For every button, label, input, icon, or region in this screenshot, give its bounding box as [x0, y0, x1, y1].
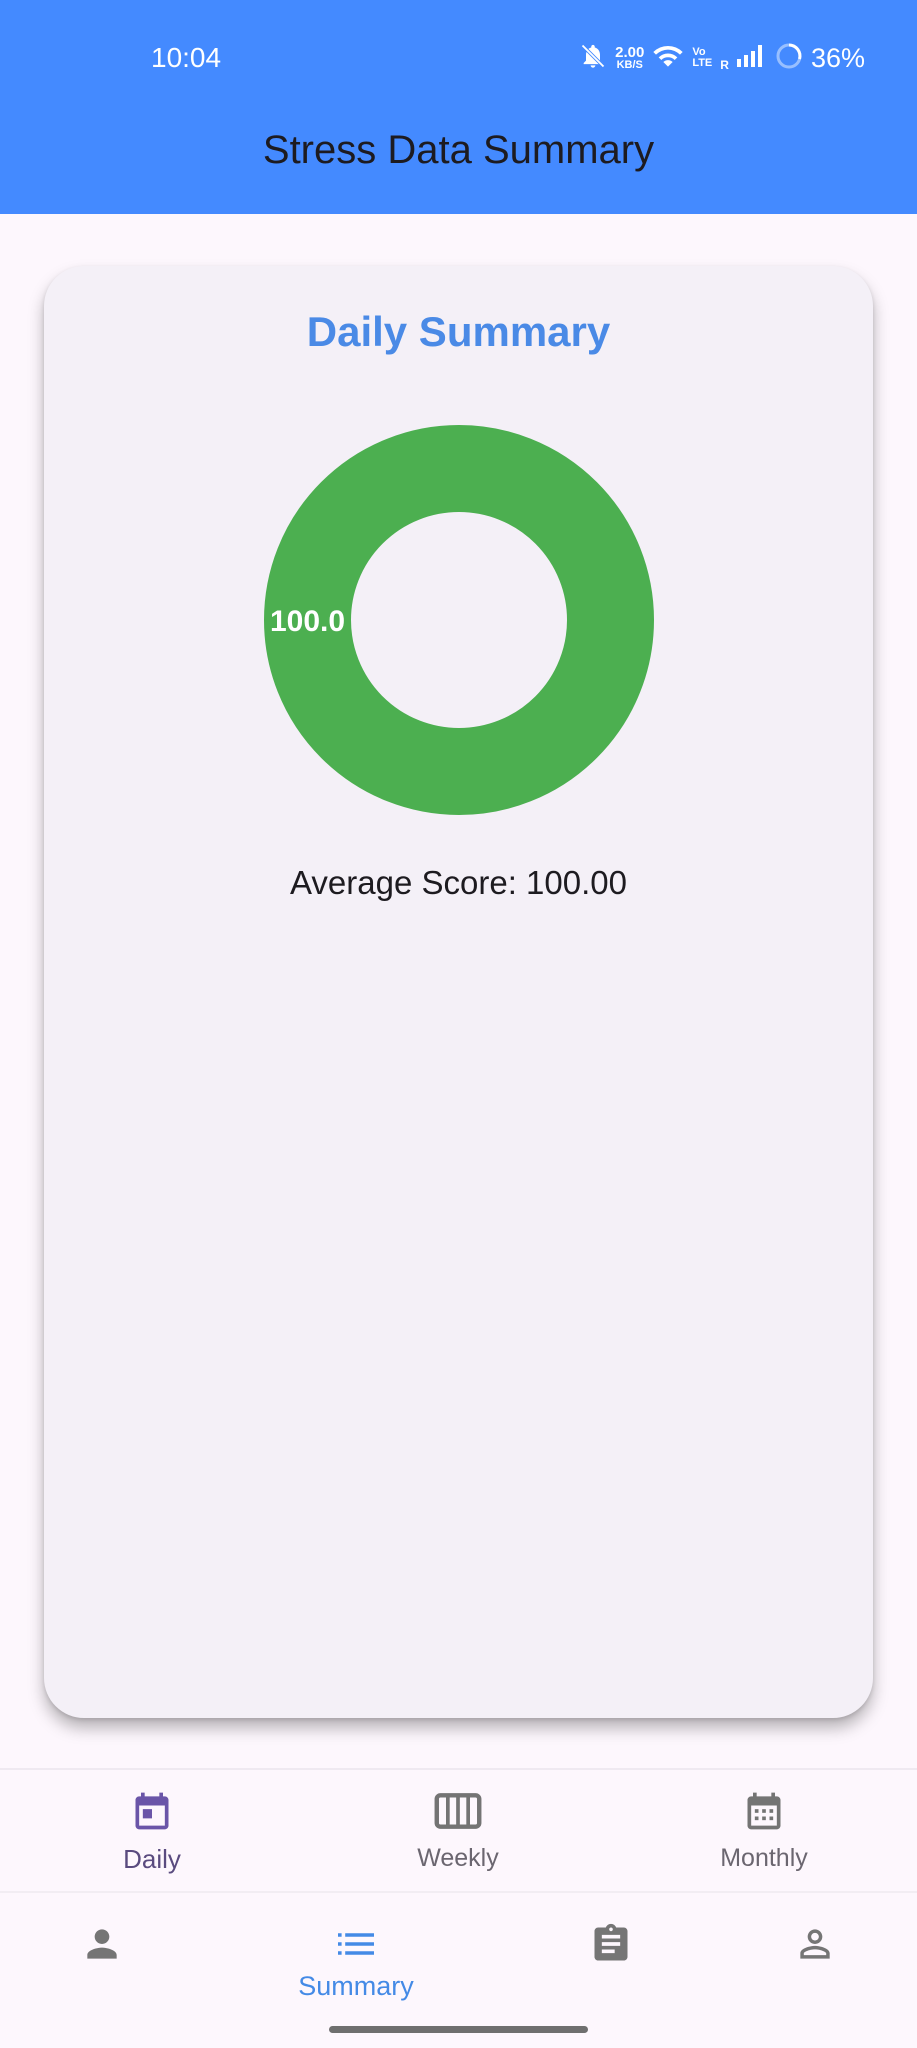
roaming-indicator: R [720, 58, 729, 72]
net-speed-value: 2.00 [615, 44, 645, 61]
gesture-bar [329, 2026, 588, 2033]
bottom-nav: Summary [0, 1891, 917, 2048]
status-time: 10:04 [151, 42, 222, 73]
net-speed: 2.00 KB/S [615, 45, 644, 71]
nav-profile[interactable] [12, 1893, 192, 2021]
view-week-icon [434, 1788, 482, 1834]
nav-summary[interactable]: Summary [266, 1893, 446, 2021]
card-title: Daily Summary [306, 308, 611, 355]
page-title: Stress Data Summary [262, 128, 655, 172]
tab-weekly[interactable]: Weekly [358, 1770, 558, 1892]
nav-account[interactable] [725, 1893, 905, 2021]
app-bar: 10:04 2.00 KB/S Vo LTE R 36% Stress Data… [0, 0, 917, 214]
tab-monthly[interactable]: Monthly [664, 1770, 864, 1892]
nav-records[interactable] [521, 1893, 701, 2021]
net-speed-unit: KB/S [616, 59, 643, 71]
wifi-icon [652, 42, 684, 75]
battery-percent: 36% [810, 42, 865, 73]
nav-summary-label: Summary [298, 1971, 414, 2001]
donut-slice-label: 100.0 [270, 605, 345, 638]
person-icon [80, 1919, 124, 1969]
period-tab-bar: Daily Weekly Monthly [0, 1768, 917, 1890]
tab-monthly-label: Monthly [720, 1844, 808, 1872]
donut-chart: 100.0 [264, 425, 654, 815]
person-outline-icon [793, 1919, 837, 1969]
assignment-icon [589, 1919, 633, 1969]
calendar-today-icon [130, 1788, 174, 1834]
tab-weekly-label: Weekly [417, 1844, 499, 1872]
tab-daily[interactable]: Daily [52, 1770, 252, 1892]
tab-daily-label: Daily [123, 1844, 181, 1874]
volte-bottom: LTE [692, 57, 713, 69]
list-icon [334, 1919, 378, 1969]
volte-indicator: Vo LTE [692, 47, 712, 69]
calendar-month-icon [742, 1788, 786, 1834]
summary-card: Daily Summary 100.0 Average Score: 100.0… [44, 266, 873, 1718]
mute-bell-icon [579, 42, 607, 75]
status-icons: 2.00 KB/S Vo LTE R 36% [579, 40, 865, 76]
donut-slice [264, 425, 654, 815]
signal-icon [736, 43, 767, 74]
average-score: Average Score: 100.00 [290, 864, 627, 901]
battery-ring-icon [775, 42, 803, 75]
